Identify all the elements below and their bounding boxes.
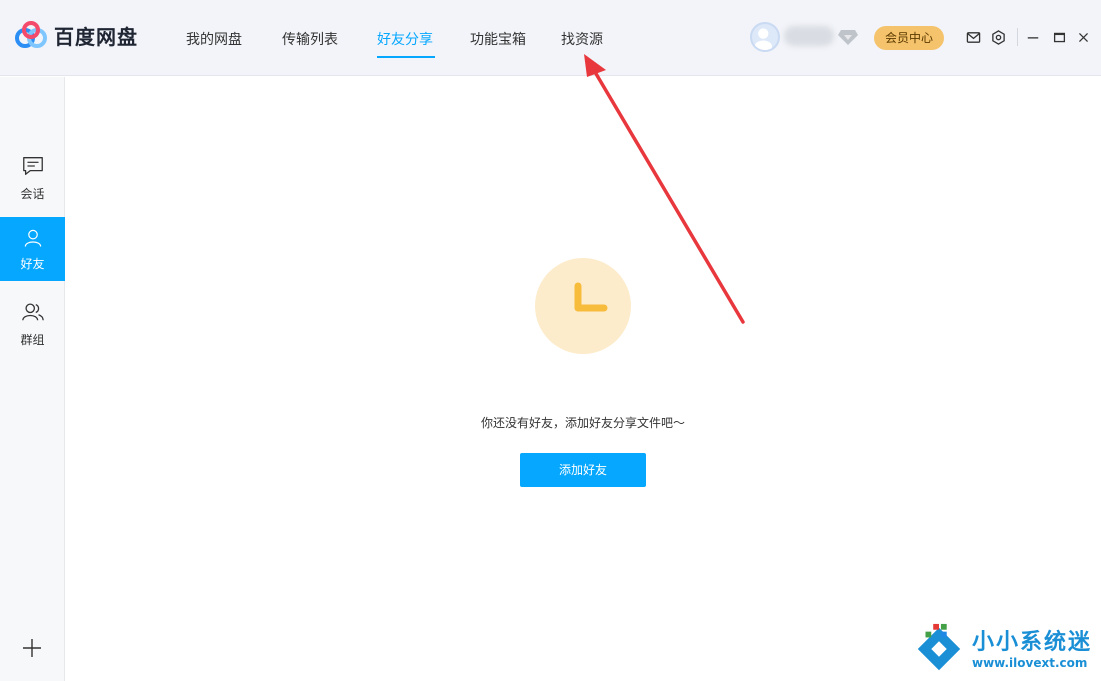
maximize-icon[interactable] [1051,29,1067,45]
watermark-logo-icon [917,623,961,671]
minimize-icon[interactable] [1025,29,1041,45]
watermark-title: 小小系统迷 [972,630,1093,655]
sidebar-item-chats[interactable]: 会话 [0,153,65,217]
sidebar-item-groups[interactable]: 群组 [0,299,65,363]
clock-icon [535,258,631,354]
sidebar-item-label: 会话 [20,187,45,201]
avatar[interactable] [750,22,780,52]
tab-find-resources[interactable]: 找资源 [561,29,603,49]
active-tab-indicator [377,56,435,58]
toolbar-divider [1017,28,1018,46]
top-bar: 百度网盘 我的网盘 传输列表 好友分享 功能宝箱 找资源 会员中心 [0,0,1101,76]
group-icon [20,299,46,325]
app-title: 百度网盘 [54,24,138,49]
tab-transfer-list[interactable]: 传输列表 [282,29,338,49]
empty-state-message: 你还没有好友，添加好友分享文件吧～ [480,416,685,430]
baidu-netdisk-logo-icon [15,21,47,48]
username-blurred [784,26,834,46]
app-logo: 百度网盘 [14,20,138,50]
tab-my-netdisk[interactable]: 我的网盘 [186,29,242,49]
watermark-url: www.ilovext.com [972,656,1088,670]
sidebar-item-label: 好友 [20,257,45,271]
chat-icon [20,153,46,179]
plus-icon[interactable] [21,637,43,659]
diamond-icon[interactable] [838,28,858,46]
tab-toolbox[interactable]: 功能宝箱 [470,29,526,49]
gear-icon[interactable] [990,29,1006,45]
user-avatar-icon [754,28,772,50]
sidebar-item-label: 群组 [20,333,45,347]
add-friend-button[interactable]: 添加好友 [520,453,646,487]
sidebar: 会话 好友 群组 [0,77,65,681]
watermark: 小小系统迷 www.ilovext.com [912,622,1098,678]
sidebar-item-friends[interactable]: 好友 [0,217,65,281]
tab-friend-share[interactable]: 好友分享 [377,29,433,49]
vip-center-button[interactable]: 会员中心 [874,26,944,50]
mail-icon[interactable] [965,29,981,45]
close-icon[interactable] [1075,29,1091,45]
person-icon [20,225,46,251]
